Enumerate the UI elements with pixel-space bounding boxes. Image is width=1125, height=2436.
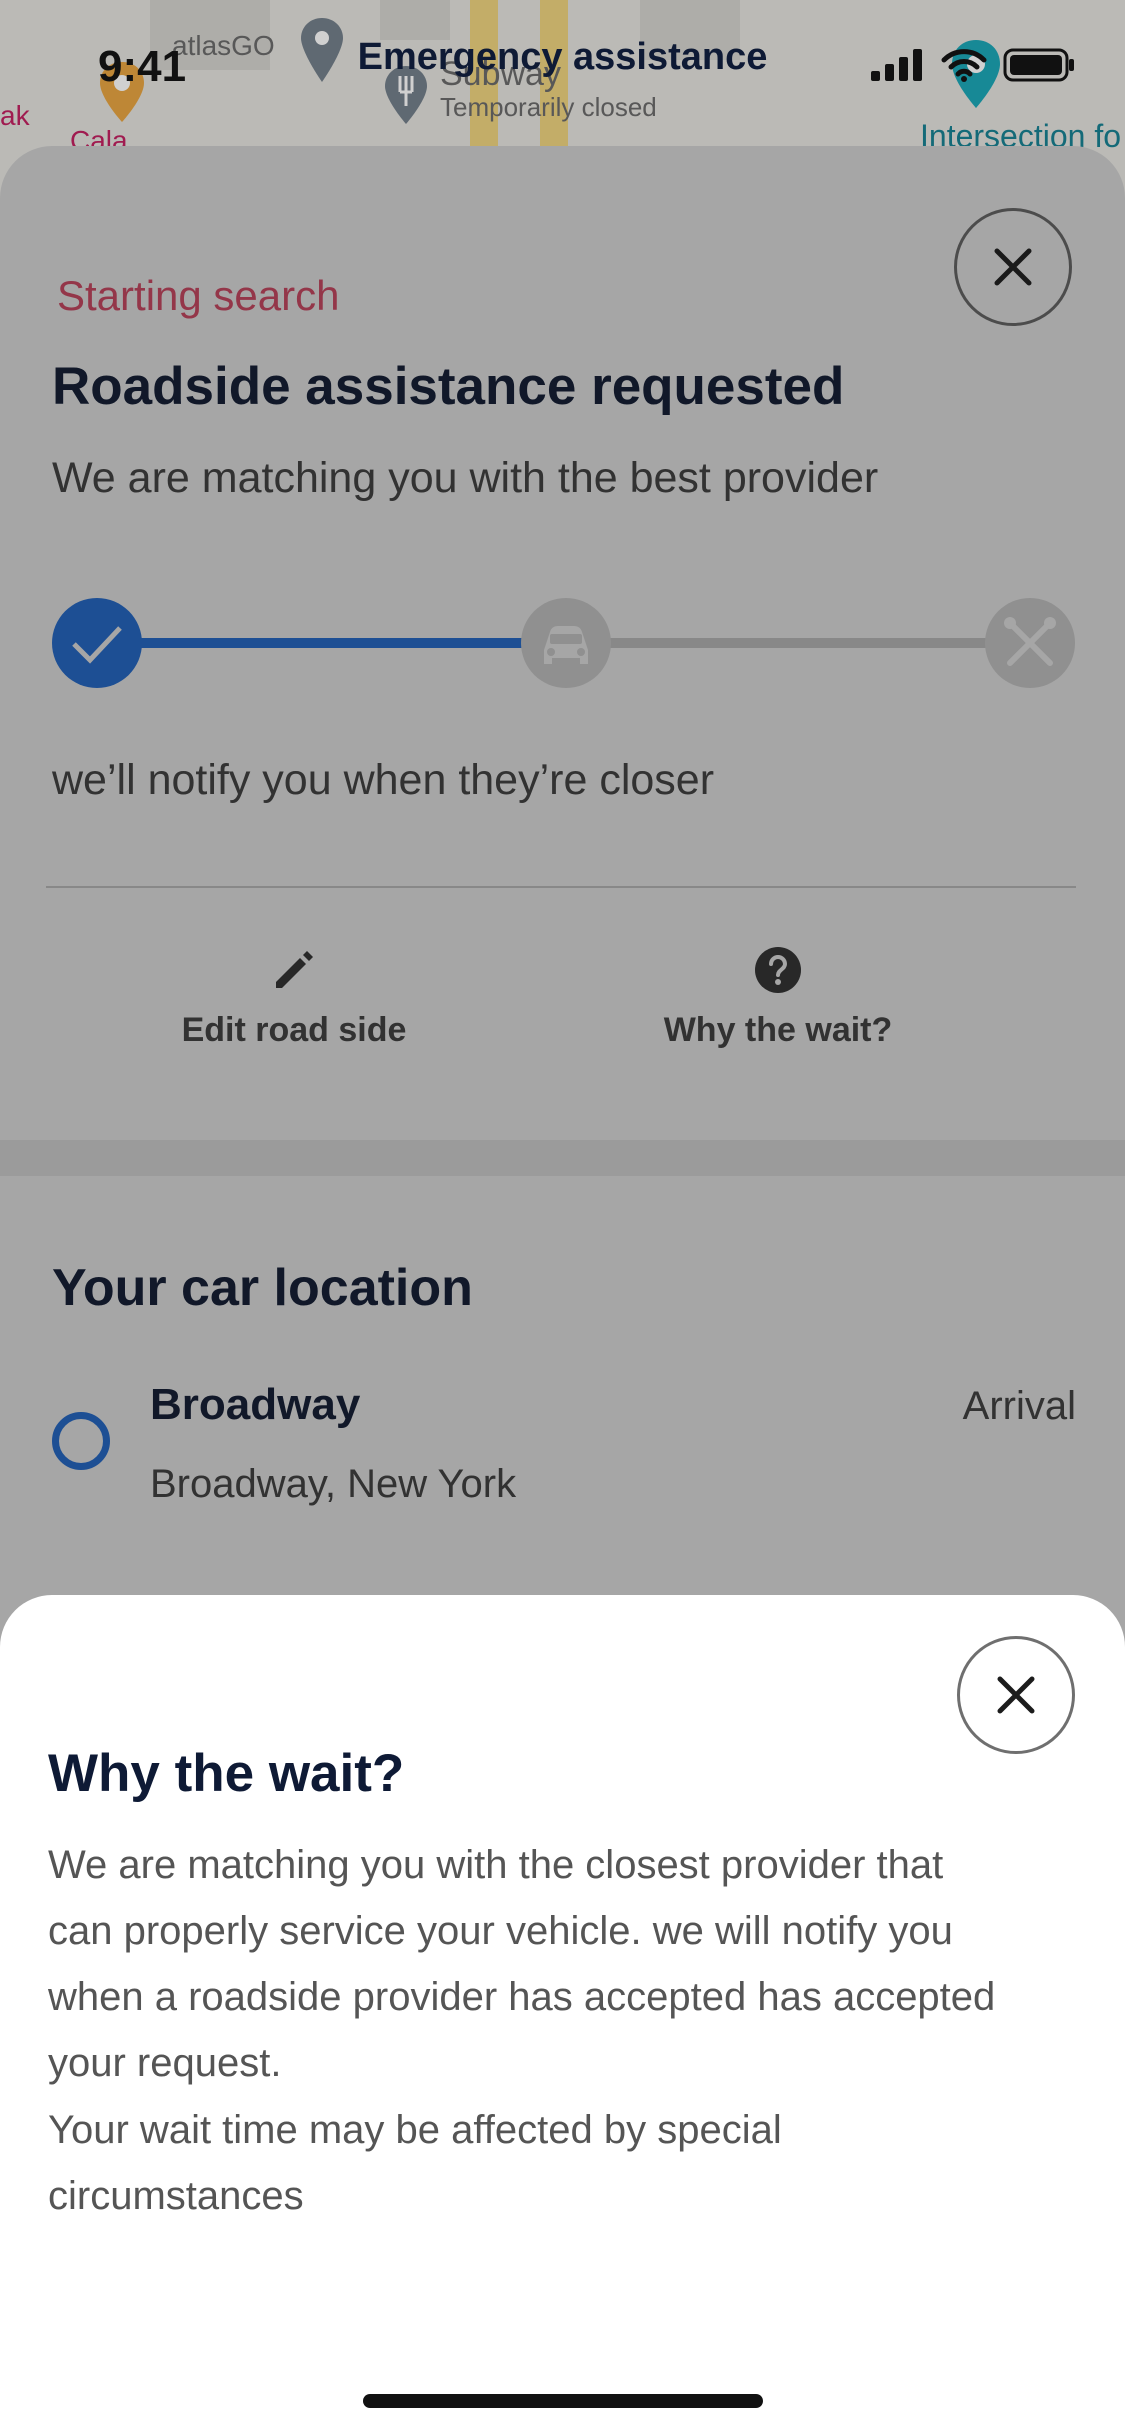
status-icons bbox=[871, 48, 1075, 82]
signal-icon bbox=[871, 49, 922, 81]
sheet-title: Why the wait? bbox=[48, 1744, 405, 1803]
wifi-icon bbox=[941, 49, 987, 82]
close-icon bbox=[997, 1676, 1035, 1714]
home-indicator[interactable] bbox=[363, 2394, 763, 2408]
status-bar: 9:41 Emergency assistance bbox=[0, 0, 1125, 130]
why-the-wait-sheet: Why the wait? We are matching you with t… bbox=[0, 1595, 1125, 2436]
sheet-paragraph: Your wait time may be affected by specia… bbox=[48, 2108, 782, 2218]
battery-icon bbox=[1003, 48, 1074, 82]
sheet-paragraph: We are matching you with the closest pro… bbox=[48, 1843, 996, 2085]
sheet-close-button[interactable] bbox=[957, 1636, 1075, 1754]
